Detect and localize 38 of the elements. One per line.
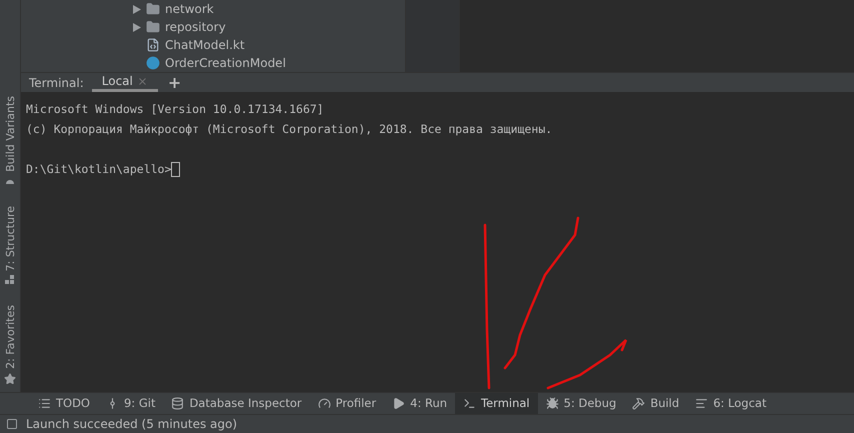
terminal-line: Microsoft Windows [Version 10.0.17134.1667]	[26, 101, 324, 118]
tree-item[interactable]: OrderCreationModel	[133, 54, 405, 72]
logcat-icon	[695, 397, 708, 410]
tool-window-tab[interactable]: 5: Debug	[538, 393, 624, 414]
bug-icon	[546, 397, 559, 410]
star-icon	[4, 373, 16, 386]
sidebar-tool-button[interactable]: 2: Favorites	[4, 305, 16, 386]
list-icon	[38, 397, 51, 410]
tool-window-tab[interactable]: 6: Logcat	[687, 393, 774, 414]
terminal-line: D:\Git\kotlin\apello>	[26, 161, 172, 178]
class-icon	[146, 56, 160, 70]
panel-toggle-icon[interactable]	[6, 418, 18, 430]
hammer-icon	[632, 397, 646, 410]
play-icon	[392, 397, 406, 410]
folder-icon	[146, 20, 160, 34]
gauge-icon	[318, 397, 331, 410]
terminal-line: (c) Корпорация Майкрософт (Microsoft Corporation), 2018. Все права защищены.	[26, 121, 552, 138]
folder-icon	[146, 2, 160, 16]
tool-window-tab[interactable]: 4: Run	[384, 393, 456, 414]
tree-item[interactable]: ChatModel.kt	[133, 36, 405, 54]
structure-icon	[5, 275, 15, 286]
tool-window-tab[interactable]: TODO	[30, 393, 98, 414]
tree-item[interactable]: repository	[133, 18, 405, 36]
tool-window-tab[interactable]: Profiler	[310, 393, 384, 414]
sidebar-tool-button[interactable]: 7: Structure	[4, 206, 16, 286]
new-tab-button[interactable]: +	[158, 73, 192, 92]
terminal-title: Terminal:	[28, 74, 85, 92]
tool-window-tab[interactable]: Build	[624, 393, 688, 414]
close-icon[interactable]	[136, 76, 148, 86]
terminal-icon	[463, 397, 476, 410]
tool-window-tab[interactable]: Database Inspector	[163, 393, 310, 414]
tool-window-tab[interactable]: 9: Git	[98, 393, 164, 414]
tree-item[interactable]: network	[133, 0, 405, 18]
status-message: Launch succeeded (5 minutes ago)	[26, 416, 238, 433]
database-icon	[171, 397, 184, 410]
tool-window-tab[interactable]: Terminal	[455, 393, 538, 414]
text-cursor	[171, 162, 180, 176]
sidebar-tool-button[interactable]: Build Variants	[4, 96, 16, 186]
